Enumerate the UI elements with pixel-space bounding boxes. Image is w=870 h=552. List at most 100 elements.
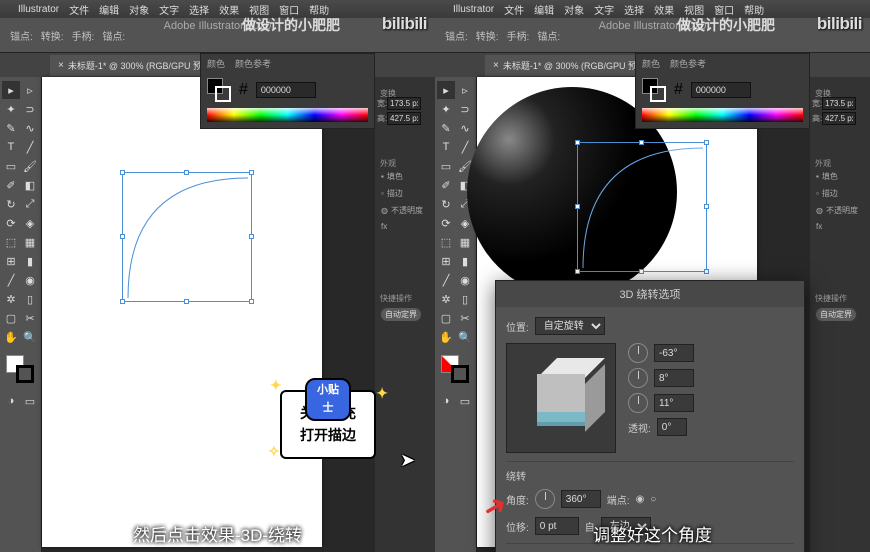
fx-row[interactable]: fx — [812, 219, 870, 234]
zoom-tool[interactable]: 🔍 — [21, 328, 39, 346]
shape-builder-tool[interactable]: ⬚ — [437, 233, 455, 251]
artboard-tool[interactable]: ▢ — [437, 309, 455, 327]
handle-tm[interactable] — [639, 140, 644, 145]
selection-bounding-box[interactable] — [577, 142, 707, 272]
graph-tool[interactable]: ▯ — [456, 290, 474, 308]
width-tool[interactable]: ⟳ — [2, 214, 20, 232]
handle-br[interactable] — [704, 269, 709, 274]
hex-input[interactable] — [691, 82, 751, 98]
close-tab-icon[interactable]: × — [58, 60, 64, 71]
type-tool[interactable]: T — [2, 138, 20, 156]
handle-bl[interactable] — [120, 299, 125, 304]
shaper-tool[interactable]: ✐ — [437, 176, 455, 194]
menu-effect[interactable]: 效果 — [654, 2, 674, 17]
menu-select[interactable]: 选择 — [189, 2, 209, 17]
auto-bound-button[interactable]: 自动定界 — [380, 307, 422, 322]
fx-row[interactable]: fx — [377, 219, 435, 234]
screen-mode-icon[interactable]: ▭ — [456, 392, 474, 410]
selection-tool[interactable]: ▸ — [437, 81, 455, 99]
paintbrush-tool[interactable]: 🖌 — [21, 157, 39, 175]
lasso-tool[interactable]: ⊃ — [21, 100, 39, 118]
height-input[interactable] — [387, 112, 421, 125]
fill-stroke-indicator[interactable] — [2, 355, 39, 385]
curvature-tool[interactable]: ∿ — [456, 119, 474, 137]
offset-input[interactable] — [535, 517, 579, 535]
curvature-tool[interactable]: ∿ — [21, 119, 39, 137]
fill-row[interactable]: ▪ 填色 — [377, 168, 435, 185]
color-guide-tab[interactable]: 颜色参考 — [235, 57, 271, 70]
gradient-tool[interactable]: ▮ — [21, 252, 39, 270]
perspective-tool[interactable]: ▦ — [21, 233, 39, 251]
slice-tool[interactable]: ✂ — [456, 309, 474, 327]
free-transform-tool[interactable]: ◈ — [21, 214, 39, 232]
rot-y-input[interactable] — [654, 369, 694, 387]
opacity-row[interactable]: ◍ 不透明度 — [377, 202, 435, 219]
handle-tl[interactable] — [120, 170, 125, 175]
handle-tr[interactable] — [704, 140, 709, 145]
direct-selection-tool[interactable]: ▹ — [456, 81, 474, 99]
cap-off-icon[interactable]: ○ — [650, 494, 656, 505]
auto-bound-button[interactable]: 自动定界 — [815, 307, 857, 322]
lasso-tool[interactable]: ⊃ — [456, 100, 474, 118]
handle-bm[interactable] — [639, 269, 644, 274]
menu-file[interactable]: 文件 — [69, 2, 89, 17]
handle-bl[interactable] — [575, 269, 580, 274]
eyedropper-tool[interactable]: ╱ — [2, 271, 20, 289]
color-spectrum[interactable] — [642, 108, 803, 122]
mesh-tool[interactable]: ⊞ — [437, 252, 455, 270]
cap-on-icon[interactable]: ◉ — [636, 494, 645, 505]
menu-edit[interactable]: 编辑 — [99, 2, 119, 17]
color-tab[interactable]: 颜色 — [642, 57, 660, 70]
menu-type[interactable]: 文字 — [594, 2, 614, 17]
menu-select[interactable]: 选择 — [624, 2, 644, 17]
slice-tool[interactable]: ✂ — [21, 309, 39, 327]
handle-bm[interactable] — [184, 299, 189, 304]
rotation-preview[interactable] — [506, 343, 616, 453]
scale-tool[interactable]: ⤢ — [21, 195, 39, 213]
blend-tool[interactable]: ◉ — [456, 271, 474, 289]
rotate-tool[interactable]: ↻ — [2, 195, 20, 213]
rectangle-tool[interactable]: ▭ — [437, 157, 455, 175]
perspective-input[interactable] — [657, 418, 687, 436]
color-spectrum[interactable] — [207, 108, 368, 122]
symbol-sprayer-tool[interactable]: ✲ — [2, 290, 20, 308]
selection-tool[interactable]: ▸ — [2, 81, 20, 99]
width-tool[interactable]: ⟳ — [437, 214, 455, 232]
pen-tool[interactable]: ✎ — [437, 119, 455, 137]
handle-mr[interactable] — [249, 234, 254, 239]
type-tool[interactable]: T — [437, 138, 455, 156]
direct-selection-tool[interactable]: ▹ — [21, 81, 39, 99]
gradient-tool[interactable]: ▮ — [456, 252, 474, 270]
color-mode-icon[interactable]: ◑ — [2, 392, 20, 410]
eyedropper-tool[interactable]: ╱ — [437, 271, 455, 289]
perspective-tool[interactable]: ▦ — [456, 233, 474, 251]
selection-bounding-box[interactable] — [122, 172, 252, 302]
artboard[interactable] — [42, 77, 322, 547]
magic-wand-tool[interactable]: ✦ — [2, 100, 20, 118]
hand-tool[interactable]: ✋ — [2, 328, 20, 346]
screen-mode-icon[interactable]: ▭ — [21, 392, 39, 410]
menu-object[interactable]: 对象 — [564, 2, 584, 17]
document-tab[interactable]: × 未标题-1* @ 300% (RGB/GPU 预览) — [50, 55, 222, 76]
fill-row[interactable]: ▪ 填色 — [812, 168, 870, 185]
hand-tool[interactable]: ✋ — [437, 328, 455, 346]
rot-z-dial[interactable] — [628, 393, 648, 413]
stroke-row[interactable]: ▫ 描边 — [377, 185, 435, 202]
fill-stroke-indicator[interactable] — [437, 355, 474, 385]
handle-ml[interactable] — [120, 234, 125, 239]
line-tool[interactable]: ╱ — [21, 138, 39, 156]
graph-tool[interactable]: ▯ — [21, 290, 39, 308]
symbol-sprayer-tool[interactable]: ✲ — [437, 290, 455, 308]
rectangle-tool[interactable]: ▭ — [2, 157, 20, 175]
handle-br[interactable] — [249, 299, 254, 304]
artboard-tool[interactable]: ▢ — [2, 309, 20, 327]
document-tab[interactable]: × 未标题-1* @ 300% (RGB/GPU 预览) — [485, 55, 657, 76]
panel-fill-stroke[interactable] — [207, 78, 231, 102]
menu-effect[interactable]: 效果 — [219, 2, 239, 17]
rotate-tool[interactable]: ↻ — [437, 195, 455, 213]
pen-tool[interactable]: ✎ — [2, 119, 20, 137]
angle-dial[interactable] — [535, 489, 555, 509]
menu-type[interactable]: 文字 — [159, 2, 179, 17]
handle-ml[interactable] — [575, 204, 580, 209]
menu-file[interactable]: 文件 — [504, 2, 524, 17]
